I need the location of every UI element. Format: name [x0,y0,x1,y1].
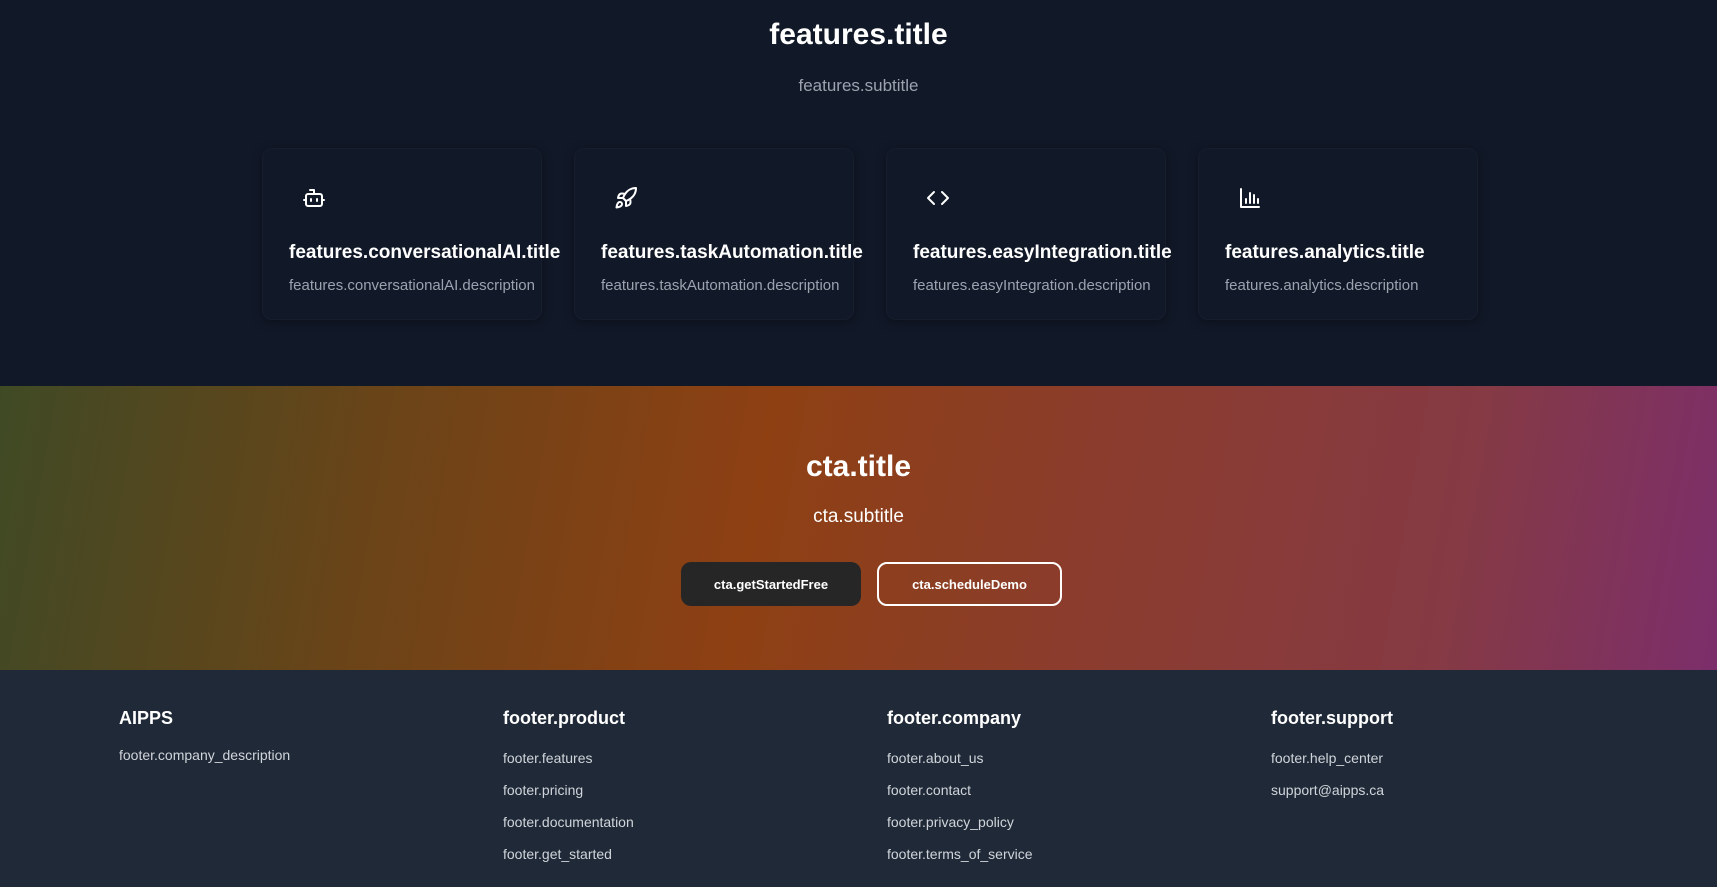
footer-link-support-email[interactable]: support@aipps.ca [1271,780,1611,812]
feature-card-title: features.conversationalAI.title [289,242,561,263]
bar-chart-icon [1237,185,1263,211]
footer-brand-column: AIPPS footer.company_description [119,708,459,763]
footer-link-features[interactable]: footer.features [503,748,843,780]
footer-link-privacy-policy[interactable]: footer.privacy_policy [887,812,1227,844]
footer-column-heading: footer.support [1271,708,1393,728]
footer-link-about-us[interactable]: footer.about_us [887,748,1227,780]
feature-card-title: features.taskAutomation.title [601,242,863,263]
schedule-demo-button[interactable]: cta.scheduleDemo [877,562,1062,606]
footer-link-pricing[interactable]: footer.pricing [503,780,843,812]
feature-card-title: features.easyIntegration.title [913,242,1172,263]
footer-company-description: footer.company_description [119,747,291,763]
footer-column-heading: footer.company [887,708,1022,728]
feature-card-analytics: features.analytics.title features.analyt… [1198,148,1478,320]
feature-card-task-automation: features.taskAutomation.title features.t… [574,148,863,320]
cta-subtitle: cta.subtitle [813,506,904,527]
footer-product-column: footer.product footer.features footer.pr… [503,708,843,876]
footer-link-list: footer.about_us footer.contact footer.pr… [887,748,1227,876]
features-title: features.title [769,18,948,51]
rocket-icon [613,185,639,211]
footer-brand-name: AIPPS [119,708,174,728]
get-started-free-button[interactable]: cta.getStartedFree [681,562,861,606]
footer-link-terms-of-service[interactable]: footer.terms_of_service [887,844,1227,876]
features-section: features.title features.subtitle feature… [0,0,1717,386]
footer-link-contact[interactable]: footer.contact [887,780,1227,812]
feature-cards: features.conversationalAI.title features… [262,148,1480,320]
cta-section: cta.title cta.subtitle cta.getStartedFre… [0,386,1717,670]
footer-link-list: footer.features footer.pricing footer.do… [503,748,843,876]
robot-icon [301,185,327,211]
footer-link-list: footer.help_center support@aipps.ca [1271,748,1611,812]
footer: AIPPS footer.company_description footer.… [0,670,1717,887]
feature-card-title: features.analytics.title [1225,242,1425,263]
feature-card-description: features.easyIntegration.description [913,277,1151,294]
footer-support-column: footer.support footer.help_center suppor… [1271,708,1611,812]
cta-title: cta.title [805,450,912,483]
feature-card-description: features.conversationalAI.description [289,277,535,294]
feature-card-description: features.taskAutomation.description [601,277,840,294]
footer-link-get-started[interactable]: footer.get_started [503,844,843,876]
feature-card-conversational-ai: features.conversationalAI.title features… [262,148,560,320]
footer-link-help-center[interactable]: footer.help_center [1271,748,1611,780]
footer-link-documentation[interactable]: footer.documentation [503,812,843,844]
footer-company-column: footer.company footer.about_us footer.co… [887,708,1227,876]
feature-card-easy-integration: features.easyIntegration.title features.… [886,148,1172,320]
features-subtitle: features.subtitle [798,76,919,95]
code-icon [925,185,951,211]
feature-card-description: features.analytics.description [1225,277,1419,294]
footer-column-heading: footer.product [503,708,625,728]
